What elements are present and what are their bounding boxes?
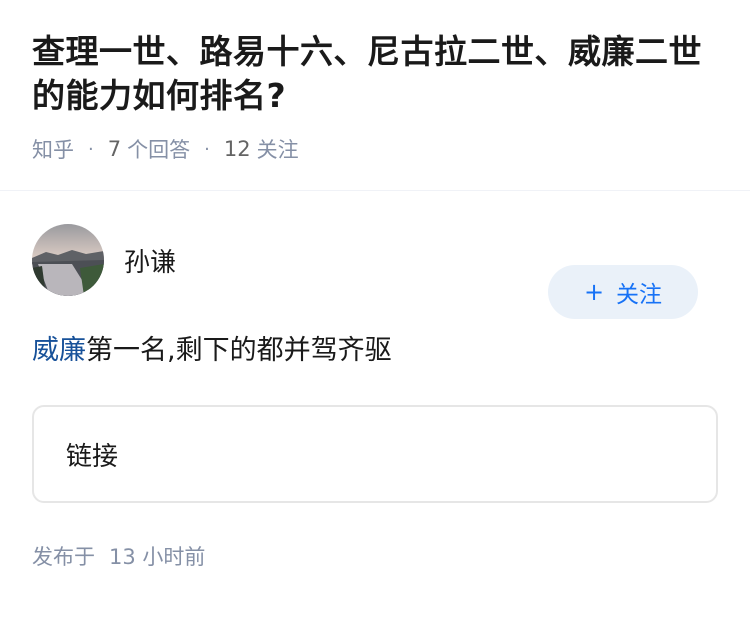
plus-icon: + [583, 278, 605, 306]
source-label[interactable]: 知乎 [32, 134, 74, 164]
avatar[interactable] [32, 224, 104, 296]
published-label: 发布于 [32, 545, 95, 569]
follow-button-label: 关注 [616, 282, 663, 308]
answer-text: 第一名,剩下的都并驾齐驱 [86, 335, 392, 366]
answers-label[interactable]: 个回答 [127, 134, 190, 164]
followers-count: 12 [223, 137, 251, 161]
link-card-label: 链接 [66, 441, 119, 472]
followers-label: 关注 [256, 138, 299, 162]
answer-content: 威廉第一名,剩下的都并驾齐驱 [32, 331, 718, 371]
separator-dot: · [88, 138, 94, 160]
question-header: 查理一世、路易十六、尼古拉二世、威廉二世的能力如何排名? 知乎 · 7 个回答 … [0, 0, 750, 164]
publish-info: 发布于 13 小时前 [32, 541, 718, 571]
inline-link[interactable]: 威廉 [32, 335, 86, 366]
separator-dot: · [204, 138, 210, 160]
answer-card: 孙谦 + 关注 威廉第一名,剩下的都并驾齐驱 链接 发布于 13 小时前 [0, 223, 750, 571]
avatar-landscape-icon [32, 224, 104, 296]
question-title[interactable]: 查理一世、路易十六、尼古拉二世、威廉二世的能力如何排名? [32, 30, 718, 118]
divider [0, 190, 750, 191]
author-name[interactable]: 孙谦 [124, 242, 176, 279]
follow-button[interactable]: + 关注 [548, 265, 698, 319]
link-card[interactable]: 链接 [32, 405, 718, 503]
question-meta: 知乎 · 7 个回答 · 12 关注 [32, 134, 718, 164]
published-time: 13 小时前 [109, 545, 206, 569]
answers-count: 7 [107, 137, 122, 161]
